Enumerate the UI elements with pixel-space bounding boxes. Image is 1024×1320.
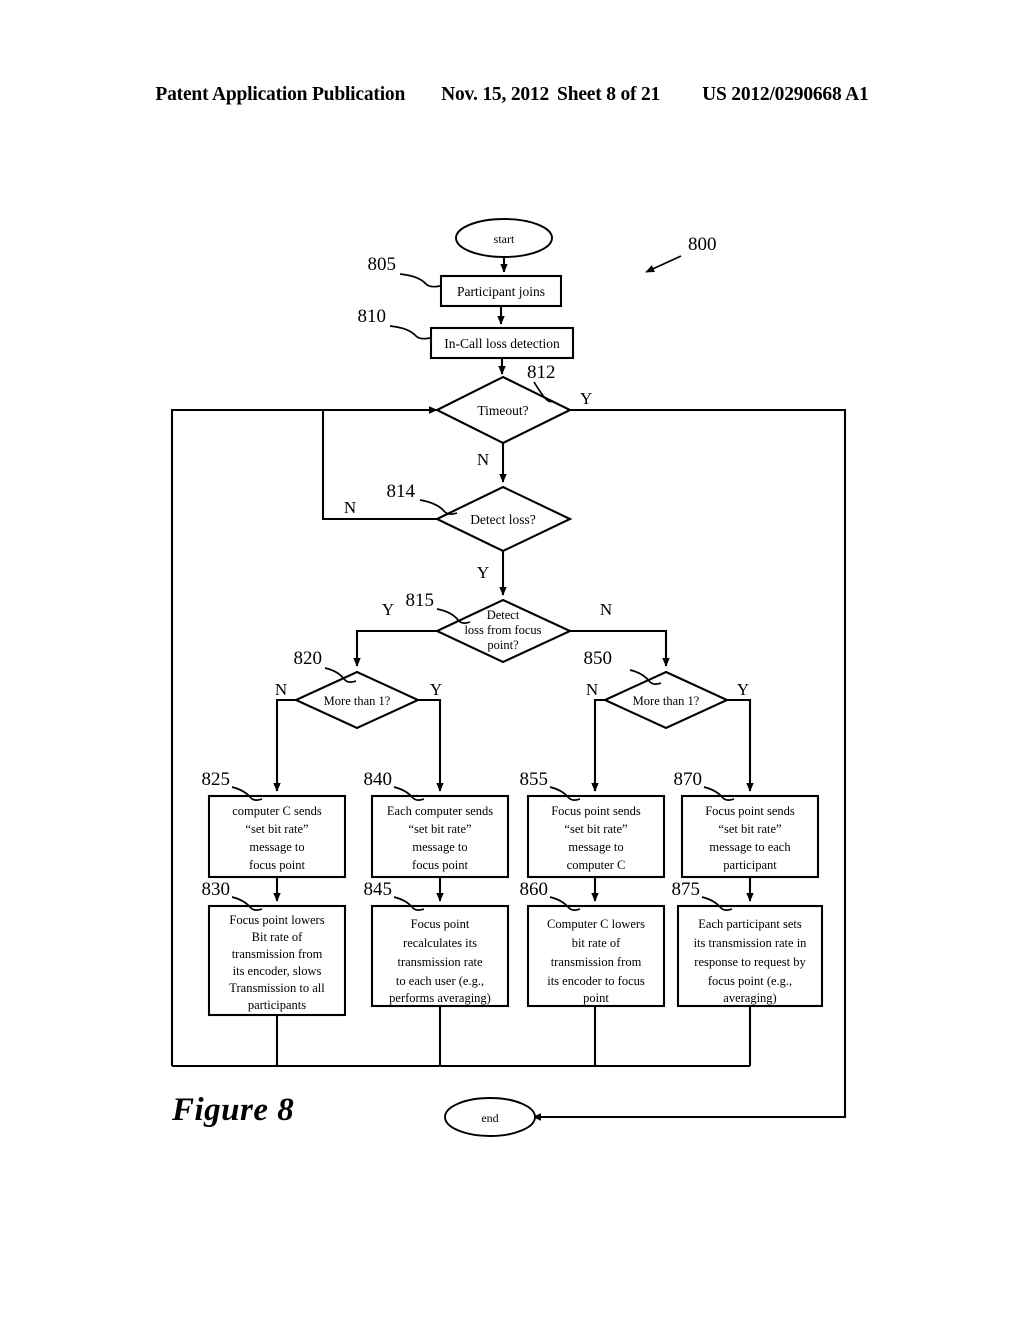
node-875-line-3: response to request by (694, 955, 806, 969)
edge-850-no-to-855 (591, 698, 605, 792)
ref-810: 810 (358, 306, 387, 327)
node-845-line-2: recalculates its (403, 936, 477, 950)
node-845-line-3: transmission rate (397, 955, 483, 969)
ref-875: 875 (672, 879, 701, 900)
node-825-line-4: focus point (249, 858, 305, 872)
node-840-line-3: message to (412, 840, 467, 854)
label-820-yes: Y (430, 680, 442, 699)
edge-820-no-to-825 (273, 698, 296, 792)
node-860-line-4: its encoder to focus (547, 974, 645, 988)
edge-820-yes-to-840 (418, 698, 444, 792)
timeout-yes-rail (538, 408, 847, 1119)
node-840-line-2: “set bit rate” (408, 822, 471, 836)
node-855-line-4: computer C (567, 858, 626, 872)
node-830-line-5: Transmission to all (229, 981, 325, 995)
ref-805: 805 (368, 254, 397, 275)
label-detect-loss-yes: Y (477, 563, 489, 582)
leader-810 (389, 325, 431, 340)
label-timeout-yes: Y (580, 389, 592, 408)
ref-800: 800 (688, 234, 717, 255)
ref-870: 870 (674, 769, 703, 790)
node-875-line-1: Each participant sets (698, 917, 802, 931)
end-label: end (481, 1111, 498, 1125)
label-focus-yes: Y (382, 600, 394, 619)
node-830-line-2: Bit rate of (252, 930, 304, 944)
node-815-line-1: Detect (487, 608, 520, 622)
node-825-line-3: message to (249, 840, 304, 854)
node-830-line-4: its encoder, slows (233, 964, 322, 978)
node-860-line-3: transmission from (551, 955, 642, 969)
ref-830: 830 (202, 879, 231, 900)
node-805-label: Participant joins (457, 284, 545, 299)
node-855-line-2: “set bit rate” (564, 822, 627, 836)
node-845-line-4: to each user (e.g., (396, 974, 484, 988)
node-855-line-1: Focus point sends (551, 804, 641, 818)
start-label: start (494, 232, 515, 246)
node-814-label: Detect loss? (470, 512, 536, 527)
ref-860: 860 (520, 879, 549, 900)
flowchart-figure: start Participant joins 805 In-Call loss… (170, 218, 847, 1137)
node-815-line-3: point? (487, 638, 519, 652)
label-820-no: N (275, 680, 287, 699)
leader-805 (399, 273, 441, 288)
edge-850-yes-to-870 (727, 698, 754, 792)
patent-page: Patent Application Publication Nov. 15, … (0, 0, 1024, 1320)
ref-814: 814 (387, 481, 416, 502)
node-870-line-1: Focus point sends (705, 804, 795, 818)
node-870-line-4: participant (723, 858, 777, 872)
figure-caption: Figure 8 (172, 1092, 295, 1128)
edge-815-yes-to-820 (353, 629, 437, 667)
label-850-yes: Y (737, 680, 749, 699)
ref-850: 850 (584, 648, 613, 669)
ref-855: 855 (520, 769, 549, 790)
node-815-line-2: loss from focus (464, 623, 541, 637)
node-845-line-5: performs averaging) (389, 991, 491, 1005)
node-820-label: More than 1? (324, 694, 391, 708)
node-812-label: Timeout? (477, 403, 528, 418)
node-855-line-3: message to (568, 840, 623, 854)
node-830-line-3: transmission from (232, 947, 323, 961)
node-845-line-1: Focus point (411, 917, 470, 931)
label-focus-no: N (600, 600, 612, 619)
ref-825: 825 (202, 769, 231, 790)
node-840-line-1: Each computer sends (387, 804, 493, 818)
node-860-line-1: Computer C lowers (547, 917, 645, 931)
label-detect-loss-no: N (344, 498, 356, 517)
node-875-line-4: focus point (e.g., (708, 974, 792, 988)
ref-845: 845 (364, 879, 393, 900)
ref-800-arrow (645, 255, 682, 273)
ref-812: 812 (527, 362, 556, 383)
node-825-line-2: “set bit rate” (245, 822, 308, 836)
node-830-line-6: participants (248, 998, 306, 1012)
node-860-line-5: point (583, 991, 609, 1005)
ref-840: 840 (364, 769, 393, 790)
node-875-line-2: its transmission rate in (694, 936, 808, 950)
node-840-line-4: focus point (412, 858, 468, 872)
node-870-line-3: message to each (709, 840, 791, 854)
node-860-line-2: bit rate of (572, 936, 621, 950)
node-825-line-1: computer C sends (232, 804, 322, 818)
ref-815: 815 (406, 590, 435, 611)
label-850-no: N (586, 680, 598, 699)
label-timeout-no: N (477, 450, 489, 469)
node-810-label: In-Call loss detection (444, 336, 560, 351)
node-850-label: More than 1? (633, 694, 700, 708)
ref-820: 820 (294, 648, 323, 669)
detect-loss-no-rail (321, 410, 437, 521)
node-875-line-5: averaging) (723, 991, 776, 1005)
node-870-line-2: “set bit rate” (718, 822, 781, 836)
node-830-line-1: Focus point lowers (229, 913, 324, 927)
